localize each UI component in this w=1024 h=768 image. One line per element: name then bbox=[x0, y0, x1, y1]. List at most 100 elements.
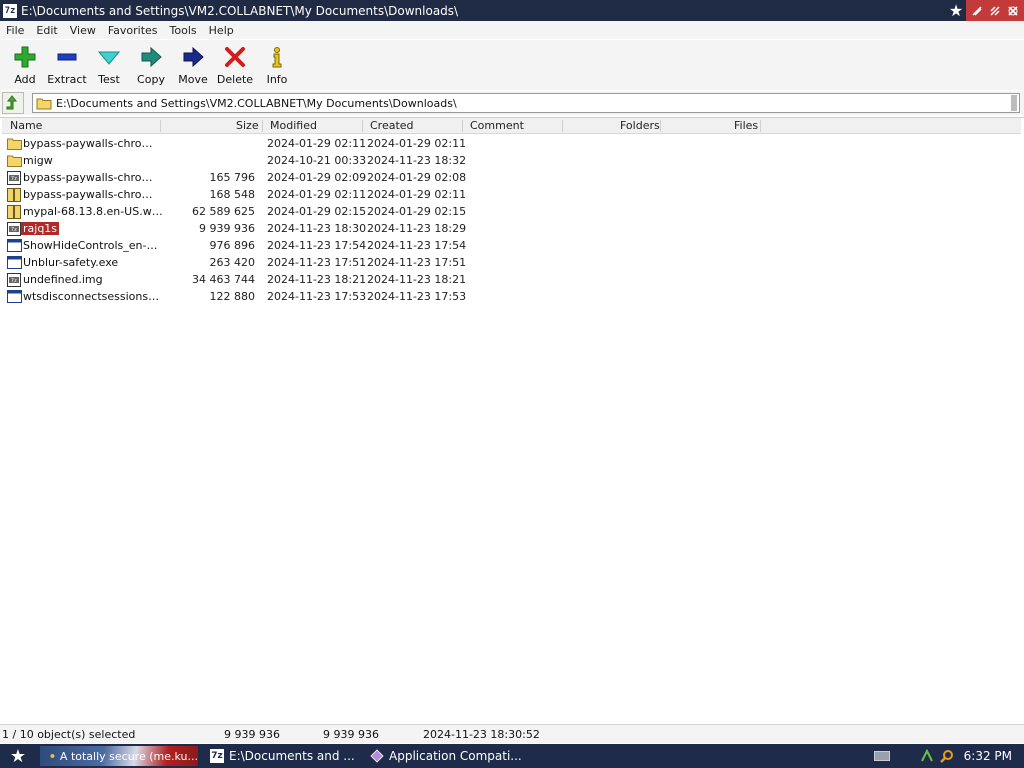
exe-file-icon bbox=[7, 256, 22, 271]
search-icon[interactable] bbox=[939, 749, 954, 763]
file-row[interactable]: Unblur-safety.exe 263 420 2024-11-23 17:51… bbox=[2, 255, 1021, 272]
up-folder-button[interactable] bbox=[2, 92, 24, 114]
star-icon[interactable]: ★ bbox=[946, 0, 966, 21]
file-size: 122 880 bbox=[209, 290, 256, 303]
file-size: 62 589 625 bbox=[192, 205, 255, 218]
copy-arrow-icon bbox=[139, 45, 163, 69]
file-name: bypass-paywalls-chrome-... bbox=[23, 171, 163, 184]
file-modified: 2024-01-29 02:11 bbox=[267, 137, 367, 150]
file-created: 2024-01-29 02:11 bbox=[367, 137, 467, 150]
delete-label: Delete bbox=[216, 73, 254, 86]
file-modified: 2024-11-23 17:54 bbox=[267, 239, 367, 252]
minimize-button[interactable] bbox=[968, 0, 986, 21]
file-created: 2024-11-23 17:51 bbox=[367, 256, 467, 269]
archive-file-icon: 7z bbox=[7, 273, 22, 288]
status-modified: 2024-11-23 18:30:52 bbox=[423, 728, 540, 741]
file-row[interactable]: bypass-paywalls-chrome-... 2024-01-29 02:… bbox=[2, 136, 1021, 153]
column-separator[interactable] bbox=[160, 120, 161, 132]
add-button[interactable]: Add bbox=[4, 40, 46, 88]
column-created[interactable]: Created bbox=[370, 119, 414, 132]
move-arrow-icon bbox=[181, 45, 205, 69]
exe-file-icon bbox=[7, 290, 22, 305]
file-row[interactable]: mypal-68.13.8.en-US.win... 62 589 625 2024… bbox=[2, 204, 1021, 221]
move-button[interactable]: Move bbox=[172, 40, 214, 88]
browser-icon bbox=[50, 753, 55, 759]
menu-favorites[interactable]: Favorites bbox=[102, 24, 164, 37]
file-size: 263 420 bbox=[209, 256, 256, 269]
info-button[interactable]: Info bbox=[256, 40, 298, 88]
file-row[interactable]: wtsdisconnectsessionspa... 122 880 2024-11… bbox=[2, 289, 1021, 306]
file-name: rajq1s bbox=[21, 222, 60, 235]
column-files[interactable]: Files bbox=[734, 119, 758, 132]
file-name: bypass-paywalls-chrome-... bbox=[23, 137, 163, 150]
file-name: Unblur-safety.exe bbox=[23, 256, 119, 269]
menu-help[interactable]: Help bbox=[203, 24, 240, 37]
file-list[interactable]: Name Size Modified Created Comment Folde… bbox=[0, 117, 1024, 722]
start-star-icon[interactable]: ★ bbox=[4, 745, 32, 767]
file-modified: 2024-01-29 02:09 bbox=[267, 171, 367, 184]
window-title: E:\Documents and Settings\VM2.COLLABNET\… bbox=[21, 3, 459, 18]
column-separator[interactable] bbox=[660, 120, 661, 132]
system-tray: 6:32 PM bbox=[873, 744, 1024, 768]
extract-button[interactable]: Extract bbox=[46, 40, 88, 88]
7zip-app-icon: 7z bbox=[3, 3, 17, 18]
copy-button[interactable]: Copy bbox=[130, 40, 172, 88]
zip-file-icon bbox=[7, 205, 22, 220]
path-combobox[interactable]: E:\Documents and Settings\VM2.COLLABNET\… bbox=[32, 93, 1020, 113]
path-text: E:\Documents and Settings\VM2.COLLABNET\… bbox=[56, 96, 457, 110]
svg-text:7z: 7z bbox=[11, 278, 17, 284]
folder-icon bbox=[36, 98, 52, 109]
file-modified: 2024-01-29 02:11 bbox=[267, 188, 367, 201]
taskbar-item-7zip[interactable]: 7z E:\Documents and ... bbox=[210, 746, 355, 766]
status-size: 9 939 936 bbox=[224, 728, 280, 741]
dropdown-handle[interactable] bbox=[1011, 95, 1017, 111]
taskbar-item-browser[interactable]: A totally secure (me.ku... bbox=[40, 746, 198, 766]
file-row[interactable]: 7z undefined.img 34 463 744 2024-11-23 18:2… bbox=[2, 272, 1021, 289]
exe-file-icon bbox=[7, 239, 22, 254]
file-row[interactable]: 7z rajq1s 9 939 936 2024-11-23 18:30 2024-11… bbox=[2, 221, 1021, 238]
taskbar-item-label: E:\Documents and ... bbox=[229, 749, 355, 763]
column-separator[interactable] bbox=[760, 120, 761, 132]
status-packed-size: 9 939 936 bbox=[323, 728, 379, 741]
test-button[interactable]: Test bbox=[88, 40, 130, 88]
network-icon[interactable] bbox=[920, 748, 934, 763]
column-separator[interactable] bbox=[562, 120, 563, 132]
file-name: wtsdisconnectsessionspa... bbox=[23, 290, 163, 303]
column-comment[interactable]: Comment bbox=[470, 119, 524, 132]
taskbar-item-label: Application Compati... bbox=[389, 749, 522, 763]
menu-file[interactable]: File bbox=[0, 24, 30, 37]
column-name[interactable]: Name bbox=[10, 119, 42, 132]
delete-button[interactable]: Delete bbox=[214, 40, 256, 88]
file-created: 2024-01-29 02:11 bbox=[367, 188, 467, 201]
delete-x-icon bbox=[223, 45, 247, 69]
menu-edit[interactable]: Edit bbox=[30, 24, 63, 37]
file-created: 2024-01-29 02:15 bbox=[367, 205, 467, 218]
column-modified[interactable]: Modified bbox=[270, 119, 317, 132]
keyboard-icon[interactable] bbox=[873, 751, 890, 761]
file-modified: 2024-11-23 17:51 bbox=[267, 256, 367, 269]
menu-tools[interactable]: Tools bbox=[164, 24, 203, 37]
file-row[interactable]: bypass-paywalls-chrome-... 168 548 2024-01… bbox=[2, 187, 1021, 204]
maximize-button[interactable] bbox=[986, 0, 1004, 21]
column-size[interactable]: Size bbox=[236, 119, 259, 132]
menu-bar: File Edit View Favorites Tools Help bbox=[0, 21, 1024, 39]
taskbar-item-appcompat[interactable]: Application Compati... bbox=[370, 746, 522, 766]
column-separator[interactable] bbox=[262, 120, 263, 132]
menu-view[interactable]: View bbox=[64, 24, 102, 37]
address-bar: E:\Documents and Settings\VM2.COLLABNET\… bbox=[0, 91, 1024, 115]
file-size: 9 939 936 bbox=[199, 222, 255, 235]
column-folders[interactable]: Folders bbox=[620, 119, 660, 132]
file-size: 168 548 bbox=[209, 188, 256, 201]
file-row[interactable]: ShowHideControls_en-us.... 976 896 2024-11… bbox=[2, 238, 1021, 255]
close-button[interactable] bbox=[1004, 0, 1022, 21]
status-bar: 1 / 10 object(s) selected 9 939 936 9 93… bbox=[0, 724, 1024, 743]
column-separator[interactable] bbox=[362, 120, 363, 132]
file-name: undefined.img bbox=[23, 273, 103, 286]
check-icon bbox=[97, 45, 121, 69]
column-separator[interactable] bbox=[462, 120, 463, 132]
file-row[interactable]: 7z bypass-paywalls-chrome-... 165 796 2024-… bbox=[2, 170, 1021, 187]
archive-file-icon: 7z bbox=[7, 171, 22, 186]
list-header: Name Size Modified Created Comment Folde… bbox=[2, 118, 1021, 134]
copy-label: Copy bbox=[137, 73, 165, 86]
file-row[interactable]: migw 2024-10-21 00:33 2024-11-23 18:32 bbox=[2, 153, 1021, 170]
